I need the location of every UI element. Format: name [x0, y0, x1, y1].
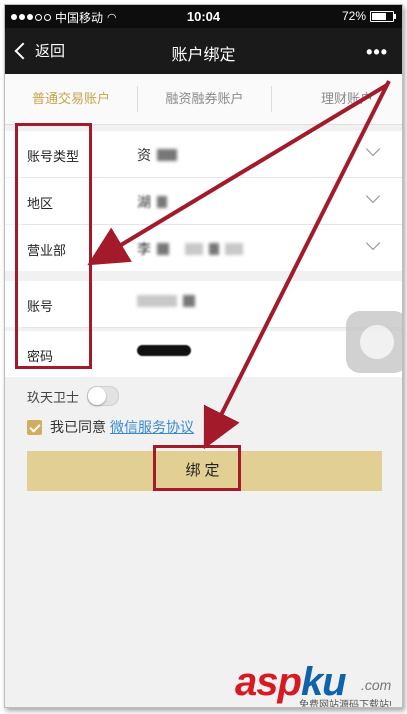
account-type-value: 资: [137, 145, 177, 165]
redacted-block: [157, 243, 169, 255]
agree-checkbox[interactable]: [27, 419, 42, 435]
account-input[interactable]: [137, 295, 195, 307]
tab-margin-trading[interactable]: 融资融券账户: [138, 74, 271, 124]
redacted-block: [209, 243, 219, 255]
assistive-touch-button[interactable]: [346, 311, 402, 373]
labels-highlight-box: [15, 123, 92, 369]
assistive-touch-knob: [360, 325, 394, 359]
phone-screenshot: 中国移动 ◠ 10:04 72% 返回 账户绑定 ••• 普通交易账户 融资融券…: [4, 4, 403, 708]
chevron-down-icon: [365, 235, 381, 251]
tab-normal-trading[interactable]: 普通交易账户: [5, 74, 137, 124]
toggle-knob: [88, 387, 107, 405]
masked-password: [137, 345, 191, 356]
service-agreement-link[interactable]: 微信服务协议: [110, 417, 194, 437]
region-value: 湖: [137, 192, 167, 212]
redacted-block: [185, 243, 203, 255]
account-type-text: 资: [137, 147, 151, 163]
chevron-down-icon: [365, 141, 381, 157]
redacted-block: [183, 295, 195, 307]
account-tabs: 普通交易账户 融资融券账户 理财账户: [5, 74, 402, 125]
more-button[interactable]: •••: [366, 42, 388, 63]
watermark-domain: .com: [361, 677, 392, 693]
redacted-block: [137, 295, 177, 307]
branch-value: 李: [137, 239, 243, 259]
guard-label: 玖天卫士: [27, 389, 80, 405]
region-text: 湖: [137, 194, 151, 210]
watermark-tagline: 免费网站源码下载站!: [299, 700, 392, 708]
guard-toggle[interactable]: [87, 386, 120, 406]
redacted-block: [157, 149, 177, 161]
agree-prefix: 我已同意: [50, 419, 106, 435]
status-right: 72%: [341, 9, 396, 23]
tab-wealth[interactable]: 理财账户: [272, 74, 402, 124]
agreement-row: 我已同意 微信服务协议: [27, 417, 194, 437]
page-title: 账户绑定: [171, 47, 236, 64]
nav-bar: 返回 账户绑定 •••: [5, 28, 402, 74]
branch-text: 李: [137, 241, 151, 257]
redacted-block: [157, 196, 167, 208]
redacted-block: [225, 243, 243, 255]
password-input[interactable]: [137, 345, 191, 356]
status-bar: 中国移动 ◠ 10:04 72%: [5, 5, 402, 28]
guard-toggle-row: 玖天卫士: [27, 386, 120, 406]
chevron-down-icon: [365, 188, 381, 204]
battery-icon: [370, 10, 396, 22]
battery-percent: 72%: [341, 9, 366, 23]
watermark-asp: asp: [235, 660, 302, 704]
bind-highlight-box: [153, 445, 241, 491]
